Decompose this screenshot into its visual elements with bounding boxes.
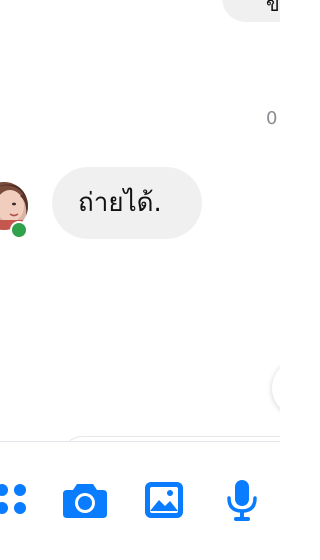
gallery-button[interactable] <box>140 476 188 524</box>
scroll-to-bottom-button[interactable] <box>272 360 280 416</box>
received-message-text: ถ่ายได้. <box>78 188 162 218</box>
camera-icon <box>62 480 108 520</box>
camera-button[interactable] <box>61 476 109 524</box>
apps-icon <box>0 480 32 520</box>
message-thread: ข 0 ถ่ายได้. <box>0 0 280 560</box>
voice-message-button[interactable] <box>218 476 266 524</box>
message-timestamp: 0 <box>266 108 278 129</box>
more-actions-button[interactable] <box>0 476 36 524</box>
received-message-bubble[interactable]: ถ่ายได้. <box>52 167 202 239</box>
composer-toolbar <box>0 441 280 560</box>
microphone-icon <box>226 478 258 522</box>
image-icon <box>143 480 185 520</box>
online-status-indicator <box>10 221 28 239</box>
sent-message-bubble[interactable]: ข <box>222 0 280 22</box>
sent-message-text: ข <box>266 0 280 16</box>
